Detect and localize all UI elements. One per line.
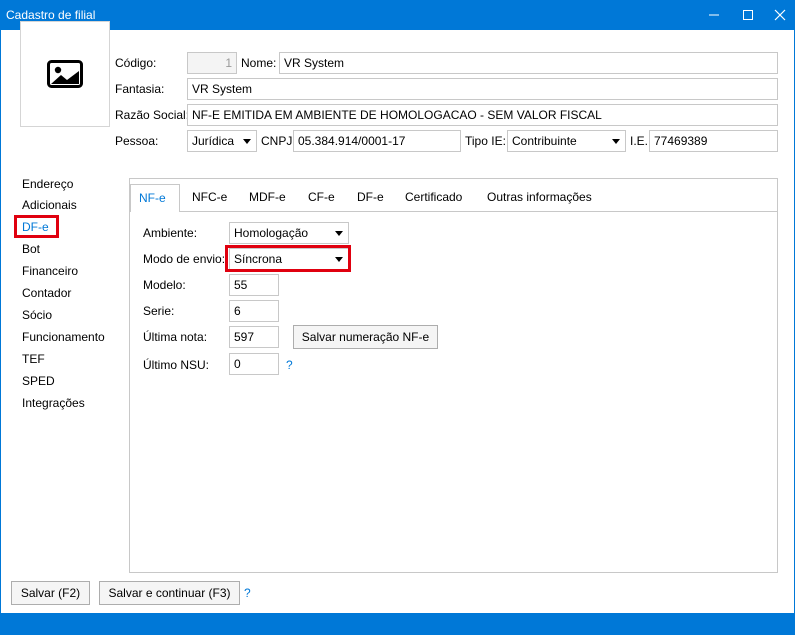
chevron-down-icon [335,231,343,236]
fantasia-field[interactable]: VR System [187,78,778,100]
tab-mdfe[interactable]: MDF-e [241,184,294,210]
sidebar-item-bot[interactable]: Bot [22,242,40,256]
maximize-button[interactable] [731,0,765,30]
salvar-continuar-button[interactable]: Salvar e continuar (F3) [99,581,240,605]
tab-dfe[interactable]: DF-e [349,184,392,210]
ambiente-label: Ambiente: [143,226,198,240]
ambiente-select[interactable]: Homologação [229,222,349,244]
footer-help-link[interactable]: ? [244,586,251,600]
pessoa-value: Jurídica [192,134,235,148]
pessoa-select[interactable]: Jurídica [187,130,257,152]
window: Cadastro de filial Código: 1 Nome: VR Sy… [0,0,795,635]
nsu-help-link[interactable]: ? [286,358,293,372]
nome-field[interactable]: VR System [279,52,778,74]
salvar-numeracao-button[interactable]: Salvar numeração NF-e [293,325,438,349]
cnpj-field[interactable]: 05.384.914/0001-17 [293,130,461,152]
codigo-label: Código: [115,56,157,70]
tab-nfce[interactable]: NFC-e [184,184,235,210]
tab-nfe[interactable]: NF-e [130,184,180,212]
modelo-field[interactable]: 55 [229,274,279,296]
modelo-label: Modelo: [143,278,186,292]
maximize-icon [743,10,753,20]
sidebar-item-funcionamento[interactable]: Funcionamento [22,330,105,344]
tab-outras-informacoes[interactable]: Outras informações [479,184,600,210]
ambiente-value: Homologação [234,226,309,240]
salvar-button[interactable]: Salvar (F2) [11,581,90,605]
ie-field[interactable]: 77469389 [649,130,778,152]
tab-cfe[interactable]: CF-e [300,184,343,210]
tipo-ie-value: Contribuinte [512,134,577,148]
sidebar-item-integracoes[interactable]: Integrações [22,396,85,410]
sidebar-item-endereco[interactable]: Endereço [22,177,73,191]
photo-box[interactable] [20,21,110,127]
minimize-icon [709,14,719,16]
close-button[interactable] [763,0,795,30]
ultima-nota-field[interactable]: 597 [229,326,279,348]
serie-field[interactable]: 6 [229,300,279,322]
ultima-nota-label: Última nota: [143,330,208,344]
sidebar-item-adicionais[interactable]: Adicionais [22,198,77,212]
close-icon [774,9,786,21]
tipo-ie-select[interactable]: Contribuinte [507,130,626,152]
sidebar-item-socio[interactable]: Sócio [22,308,52,322]
ultimo-nsu-field[interactable]: 0 [229,353,279,375]
status-strip [0,613,795,635]
chevron-down-icon [612,139,620,144]
razao-social-field[interactable]: NF-E EMITIDA EM AMBIENTE DE HOMOLOGACAO … [187,104,778,126]
serie-label: Serie: [143,304,175,318]
modo-envio-label: Modo de envio: [143,252,226,266]
fantasia-label: Fantasia: [115,82,165,96]
tab-certificado[interactable]: Certificado [397,184,470,210]
razao-social-label: Razão Social: [115,108,190,122]
tipo-ie-label: Tipo IE: [465,134,506,148]
highlight-box-dfe [14,215,59,238]
nome-label: Nome: [241,56,277,70]
codigo-field: 1 [187,52,237,74]
sidebar-item-tef[interactable]: TEF [22,352,45,366]
chevron-down-icon [243,139,251,144]
cnpj-label: CNPJ: [261,134,296,148]
sidebar-item-sped[interactable]: SPED [22,374,55,388]
title-bar: Cadastro de filial [0,0,795,30]
ultimo-nsu-label: Último NSU: [143,358,210,372]
sidebar-item-contador[interactable]: Contador [22,286,71,300]
minimize-button[interactable] [697,0,731,30]
sidebar-item-financeiro[interactable]: Financeiro [22,264,78,278]
pessoa-label: Pessoa: [115,134,159,148]
window-title: Cadastro de filial [6,8,96,22]
highlight-box-modo-envio [225,245,351,272]
image-icon [47,60,83,88]
